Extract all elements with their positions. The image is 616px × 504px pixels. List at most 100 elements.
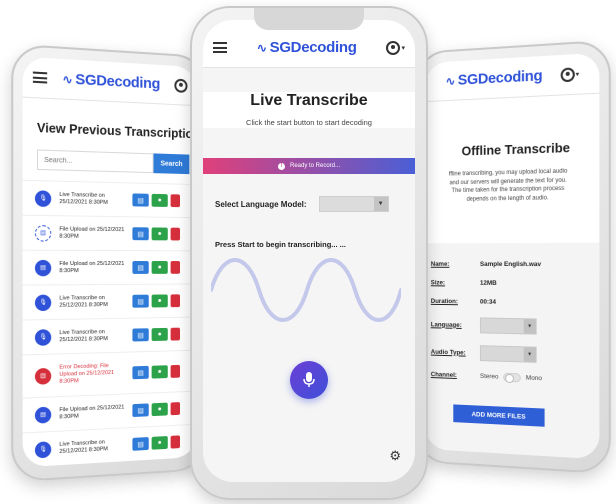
view-button[interactable]: ▤ bbox=[132, 227, 149, 241]
job-actions: ▤ ● bbox=[132, 227, 181, 241]
audio-waveform bbox=[209, 255, 407, 325]
delete-button[interactable] bbox=[170, 327, 181, 341]
language-select[interactable]: ▼ bbox=[479, 317, 537, 335]
user-icon bbox=[386, 40, 401, 55]
size-row: Size: 12MB bbox=[430, 279, 497, 287]
view-button[interactable]: ▤ bbox=[132, 437, 149, 451]
download-button[interactable]: ● bbox=[151, 261, 168, 274]
job-list-item[interactable]: 🎙 Live Transcribe on 25/12/2021 8:30PM ▤ ● bbox=[22, 316, 197, 355]
job-list-item[interactable]: ▤ Error Decoding: File Upload on 25/12/20… bbox=[22, 349, 197, 398]
delete-button[interactable] bbox=[170, 435, 181, 449]
job-actions: ▤ ● bbox=[132, 261, 181, 274]
waveform-logo-icon: ∿ bbox=[445, 73, 455, 88]
view-button[interactable]: ▤ bbox=[132, 403, 149, 418]
phone-live-transcribe: ∿ SGDecoding ▾ Live Transcribe Click the… bbox=[190, 6, 428, 500]
status-banner: ! Ready to Record... bbox=[203, 158, 415, 174]
job-label: Live Transcribe on 25/12/2021 8:30PM bbox=[59, 191, 108, 206]
user-menu[interactable]: ▾ bbox=[386, 40, 405, 55]
job-actions: ▤ ● bbox=[132, 294, 181, 308]
caret-down-icon: ▼ bbox=[523, 319, 536, 334]
download-button[interactable]: ● bbox=[151, 294, 168, 308]
download-button[interactable]: ● bbox=[151, 227, 168, 241]
page-title: Offline Transcribe bbox=[461, 139, 571, 159]
phone-screen: ∿ SGDecoding ▾ Offline Transcribe ffline… bbox=[425, 52, 600, 460]
title-section: Live Transcribe Click the start button t… bbox=[203, 92, 415, 128]
brand-logo: ∿ SGDecoding bbox=[257, 39, 357, 56]
add-more-files-button[interactable]: ADD MORE FILES bbox=[453, 404, 545, 427]
waveform-logo-icon: ∿ bbox=[256, 40, 267, 55]
caret-down-icon: ▼ bbox=[523, 347, 536, 362]
file-icon: ▤ bbox=[34, 367, 52, 385]
file-icon: ▤ bbox=[34, 406, 52, 424]
view-button[interactable]: ▤ bbox=[132, 328, 149, 342]
job-list-item[interactable]: ▤ File Upload on 25/12/2021 8:30PM ▤ ● bbox=[22, 214, 197, 251]
language-row: Select Language Model: ▼ bbox=[215, 196, 403, 212]
language-row: Language: ▼ bbox=[431, 311, 600, 343]
search-button[interactable]: Search bbox=[153, 153, 190, 175]
caret-down-icon: ▼ bbox=[373, 197, 388, 211]
phone-screen: ∿ SGDecoding View Previous Transcription… bbox=[22, 56, 197, 468]
delete-button[interactable] bbox=[170, 402, 181, 416]
job-list-item[interactable]: 🎙 Live Transcribe on 25/12/2021 8:30PM ▤ ● bbox=[22, 423, 197, 468]
view-button[interactable]: ▤ bbox=[132, 365, 149, 380]
language-model-select[interactable]: ▼ bbox=[318, 196, 389, 212]
view-button[interactable]: ▤ bbox=[132, 294, 149, 308]
phone-notch bbox=[254, 8, 364, 30]
job-label: File Upload on 25/12/2021 8:30PM bbox=[59, 260, 125, 274]
mic-icon: 🎙 bbox=[34, 294, 52, 311]
view-button[interactable]: ▤ bbox=[132, 261, 149, 274]
user-icon bbox=[174, 78, 188, 93]
page-description: ffline transcribing, you may upload loca… bbox=[448, 168, 568, 203]
menu-icon[interactable] bbox=[213, 42, 227, 53]
delete-button[interactable] bbox=[170, 364, 181, 378]
phone-offline-transcribe: ∿ SGDecoding ▾ Offline Transcribe ffline… bbox=[415, 39, 611, 475]
job-label: File Upload on 25/12/2021 8:30PM bbox=[59, 403, 125, 420]
job-label: Live Transcribe on 25/12/2021 8:30PM bbox=[59, 438, 108, 455]
job-list-item[interactable]: 🎙 Live Transcribe on 25/12/2021 8:30PM ▤ ● bbox=[22, 179, 197, 218]
start-prompt: Press Start to begin transcribing... ... bbox=[215, 240, 346, 249]
download-button[interactable]: ● bbox=[151, 193, 168, 207]
user-menu[interactable] bbox=[174, 78, 188, 93]
brand-name: SGDecoding bbox=[269, 39, 357, 56]
file-icon: ▤ bbox=[34, 224, 52, 242]
menu-icon[interactable] bbox=[32, 71, 48, 84]
download-button[interactable]: ● bbox=[151, 436, 168, 450]
delete-button[interactable] bbox=[170, 261, 181, 274]
brand-name: SGDecoding bbox=[457, 67, 543, 89]
brand-name: SGDecoding bbox=[75, 70, 161, 93]
delete-button[interactable] bbox=[170, 227, 181, 241]
search-input[interactable] bbox=[36, 149, 154, 174]
delete-button[interactable] bbox=[170, 194, 181, 208]
job-label: Live Transcribe on 25/12/2021 8:30PM bbox=[59, 328, 108, 343]
delete-button[interactable] bbox=[170, 294, 181, 308]
page-subtitle: Click the start button to start decoding bbox=[246, 118, 372, 127]
mic-icon: 🎙 bbox=[34, 328, 52, 346]
job-list-item[interactable]: 🎙 Live Transcribe on 25/12/2021 8:30PM ▤ ● bbox=[22, 283, 197, 320]
brand-logo: ∿ SGDecoding bbox=[446, 67, 543, 89]
brand-logo: ∿ SGDecoding bbox=[62, 70, 161, 93]
download-button[interactable]: ● bbox=[151, 365, 168, 379]
gear-icon[interactable]: ⚙ bbox=[389, 448, 401, 464]
job-list-item[interactable]: ▤ File Upload on 25/12/2021 8:30PM ▤ ● bbox=[22, 249, 197, 285]
job-actions: ▤ ● bbox=[132, 435, 181, 451]
job-label: Live Transcribe on 25/12/2021 8:30PM bbox=[59, 294, 108, 309]
file-icon: ▤ bbox=[34, 259, 52, 276]
page-title: Live Transcribe bbox=[250, 92, 368, 109]
name-row: Name: Sample English.wav bbox=[430, 260, 542, 269]
audio-type-select[interactable]: ▼ bbox=[479, 345, 537, 363]
record-button[interactable] bbox=[290, 361, 328, 399]
channel-toggle[interactable] bbox=[503, 372, 521, 383]
job-actions: ▤ ● bbox=[132, 364, 181, 380]
download-button[interactable]: ● bbox=[151, 402, 168, 417]
job-actions: ▤ ● bbox=[132, 193, 181, 208]
view-button[interactable]: ▤ bbox=[132, 193, 149, 207]
user-icon bbox=[560, 66, 575, 82]
phone-previous-jobs: ∿ SGDecoding View Previous Transcription… bbox=[11, 43, 207, 483]
user-menu[interactable]: ▾ bbox=[560, 66, 580, 82]
file-details-card: Name: Sample English.wav Size: 12MB Durati… bbox=[425, 242, 600, 460]
sine-wave-graphic bbox=[209, 258, 403, 322]
job-actions: ▤ ● bbox=[132, 327, 181, 342]
jobs-list: 🎙 Live Transcribe on 25/12/2021 8:30PM ▤ ● ▤… bbox=[22, 179, 197, 468]
download-button[interactable]: ● bbox=[151, 327, 168, 342]
chevron-down-icon: ▾ bbox=[575, 70, 580, 79]
